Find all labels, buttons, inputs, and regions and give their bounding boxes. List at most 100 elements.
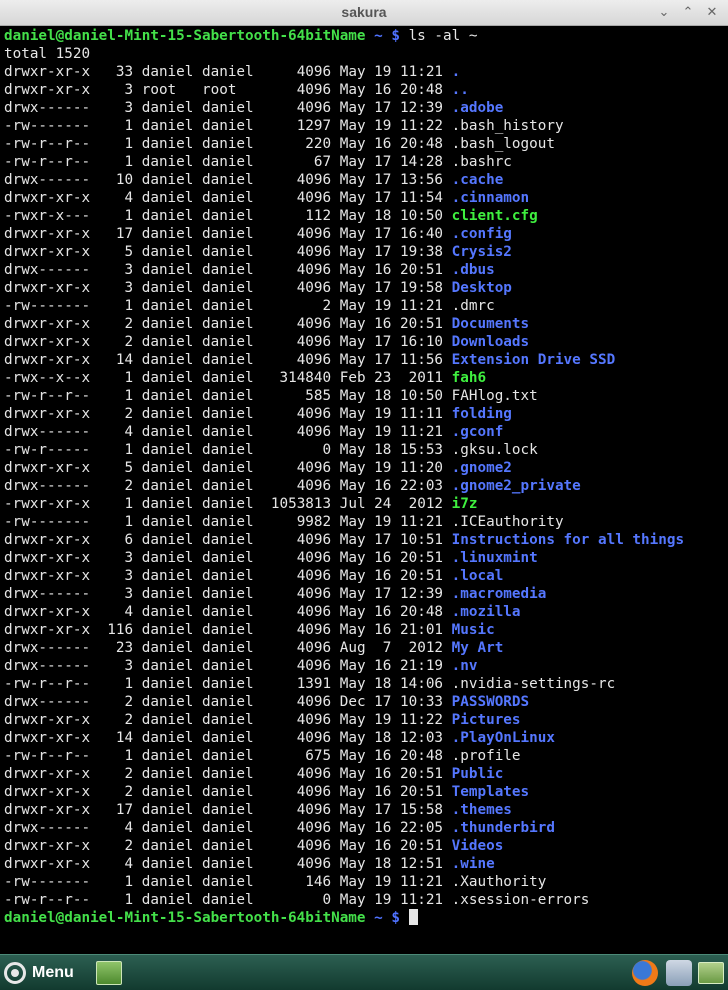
file-size: 4096	[262, 226, 332, 242]
owner: daniel	[141, 442, 194, 458]
modified-date: May 19 11:22	[339, 118, 444, 134]
file-size: 4096	[262, 172, 332, 188]
permissions: -rw-------	[4, 298, 91, 314]
owner: daniel	[141, 766, 194, 782]
listing-row: drwx------ 23 daniel daniel 4096 Aug 7 2…	[4, 639, 728, 657]
permissions: -rw-r--r--	[4, 892, 91, 908]
modified-date: May 17 15:58	[339, 802, 444, 818]
thunderbird-icon[interactable]	[666, 960, 692, 986]
listing-row: drwxr-xr-x 4 daniel daniel 4096 May 18 1…	[4, 855, 728, 873]
link-count: 5	[98, 460, 134, 476]
owner: daniel	[141, 802, 194, 818]
minimize-button[interactable]: ⌄	[656, 4, 672, 20]
modified-date: May 16 22:03	[339, 478, 444, 494]
active-prompt-line[interactable]: daniel@daniel-Mint-15-Sabertooth-64bitNa…	[4, 909, 728, 927]
permissions: drwxr-xr-x	[4, 712, 91, 728]
owner: daniel	[141, 208, 194, 224]
listing-row: -rw-r--r-- 1 daniel daniel 220 May 16 20…	[4, 135, 728, 153]
owner: daniel	[141, 244, 194, 260]
permissions: drwxr-xr-x	[4, 532, 91, 548]
file-name: .nv	[451, 658, 478, 674]
file-name: .local	[451, 568, 504, 584]
file-name: .gnome2_private	[451, 478, 581, 494]
file-name: .config	[451, 226, 512, 242]
link-count: 4	[98, 190, 134, 206]
listing: drwxr-xr-x 33 daniel daniel 4096 May 19 …	[4, 63, 728, 909]
group: daniel	[202, 694, 254, 710]
listing-row: drwxr-xr-x 2 daniel daniel 4096 May 19 1…	[4, 711, 728, 729]
owner: daniel	[141, 460, 194, 476]
link-count: 2	[98, 712, 134, 728]
link-count: 3	[98, 280, 134, 296]
file-size: 2	[262, 298, 332, 314]
file-name: .adobe	[451, 100, 504, 116]
link-count: 2	[98, 838, 134, 854]
group: daniel	[202, 622, 254, 638]
permissions: drwxr-xr-x	[4, 730, 91, 746]
permissions: drwxr-xr-x	[4, 64, 91, 80]
owner: root	[141, 82, 194, 98]
file-size: 0	[262, 892, 332, 908]
files-icon[interactable]	[698, 962, 724, 984]
window-titlebar[interactable]: sakura ⌄ ⌃ ✕	[0, 0, 728, 26]
file-size: 4096	[262, 406, 332, 422]
close-button[interactable]: ✕	[704, 4, 720, 20]
listing-row: -rw-r--r-- 1 daniel daniel 585 May 18 10…	[4, 387, 728, 405]
modified-date: May 17 19:38	[339, 244, 444, 260]
link-count: 1	[98, 208, 134, 224]
file-size: 4096	[262, 460, 332, 476]
file-name: Instructions for all things	[451, 532, 685, 548]
file-size: 4096	[262, 100, 332, 116]
file-size: 675	[262, 748, 332, 764]
group: daniel	[202, 838, 254, 854]
group: daniel	[202, 442, 254, 458]
menu-label: Menu	[32, 964, 74, 981]
file-size: 4096	[262, 640, 332, 656]
owner: daniel	[141, 712, 194, 728]
firefox-icon[interactable]	[632, 960, 658, 986]
listing-row: drwxr-xr-x 2 daniel daniel 4096 May 17 1…	[4, 333, 728, 351]
group: daniel	[202, 568, 254, 584]
menu-button[interactable]: Menu	[4, 960, 74, 986]
command-line: daniel@daniel-Mint-15-Sabertooth-64bitNa…	[4, 27, 728, 45]
listing-row: -rw-r--r-- 1 daniel daniel 67 May 17 14:…	[4, 153, 728, 171]
listing-row: -rwx--x--x 1 daniel daniel 314840 Feb 23…	[4, 369, 728, 387]
file-name: .linuxmint	[451, 550, 538, 566]
owner: daniel	[141, 568, 194, 584]
link-count: 1	[98, 154, 134, 170]
file-size: 4096	[262, 766, 332, 782]
listing-row: drwxr-xr-x 5 daniel daniel 4096 May 19 1…	[4, 459, 728, 477]
modified-date: May 16 20:51	[339, 568, 444, 584]
group: daniel	[202, 388, 254, 404]
modified-date: May 18 10:50	[339, 208, 444, 224]
owner: daniel	[141, 64, 194, 80]
listing-row: drwx------ 2 daniel daniel 4096 Dec 17 1…	[4, 693, 728, 711]
group: daniel	[202, 892, 254, 908]
link-count: 1	[98, 118, 134, 134]
group: root	[202, 82, 254, 98]
listing-row: drwxr-xr-x 14 daniel daniel 4096 May 17 …	[4, 351, 728, 369]
listing-row: drwx------ 3 daniel daniel 4096 May 16 2…	[4, 657, 728, 675]
modified-date: May 19 11:21	[339, 514, 444, 530]
modified-date: May 18 12:51	[339, 856, 444, 872]
maximize-button[interactable]: ⌃	[680, 4, 696, 20]
permissions: -rw-r--r--	[4, 154, 91, 170]
permissions: drwxr-xr-x	[4, 334, 91, 350]
file-size: 585	[262, 388, 332, 404]
link-count: 1	[98, 370, 134, 386]
link-count: 4	[98, 856, 134, 872]
permissions: -rw-------	[4, 118, 91, 134]
link-count: 17	[98, 802, 134, 818]
taskbar: Menu	[0, 954, 728, 990]
show-desktop-icon[interactable]	[96, 961, 122, 985]
file-size: 146	[262, 874, 332, 890]
file-name: Desktop	[451, 280, 512, 296]
owner: daniel	[141, 478, 194, 494]
permissions: -rw-r--r--	[4, 748, 91, 764]
permissions: drwxr-xr-x	[4, 226, 91, 242]
group: daniel	[202, 784, 254, 800]
link-count: 2	[98, 478, 134, 494]
link-count: 2	[98, 694, 134, 710]
terminal-output[interactable]: daniel@daniel-Mint-15-Sabertooth-64bitNa…	[0, 26, 728, 954]
file-size: 4096	[262, 334, 332, 350]
